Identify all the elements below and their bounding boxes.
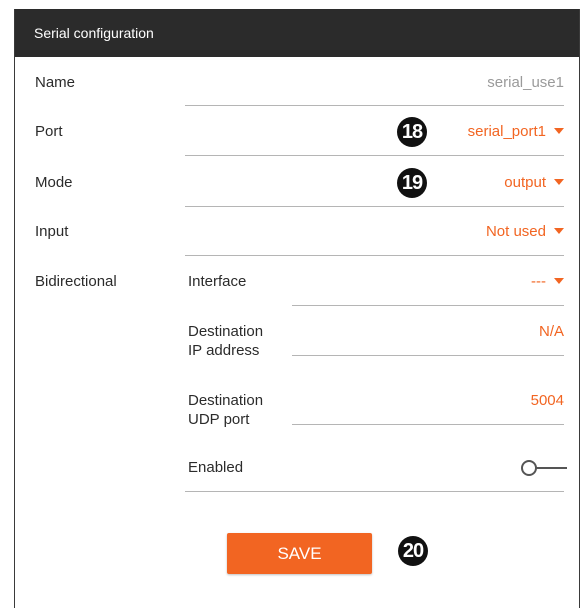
save-button[interactable]: SAVE — [227, 533, 372, 574]
enabled-underline — [185, 491, 564, 492]
mode-underline — [185, 206, 564, 207]
port-underline — [185, 155, 564, 156]
interface-underline — [292, 305, 564, 306]
destination-udp-underline — [292, 424, 564, 425]
callout-badge-20: 20 — [398, 536, 428, 566]
input-label: Input — [35, 223, 69, 240]
chevron-down-icon — [554, 128, 564, 135]
interface-value: --- — [531, 273, 546, 290]
chevron-down-icon — [554, 278, 564, 285]
name-value[interactable]: serial_use1 — [487, 74, 564, 92]
callout-badge-18: 18 — [397, 117, 427, 147]
mode-label: Mode — [35, 174, 73, 191]
port-select[interactable]: serial_port1 — [468, 123, 564, 141]
destination-ip-value[interactable]: N/A — [539, 323, 564, 341]
destination-udp-label-line2: UDP port — [188, 411, 250, 428]
bidirectional-label: Bidirectional — [35, 273, 117, 290]
input-select[interactable]: Not used — [486, 223, 564, 241]
callout-badge-19: 19 — [397, 168, 427, 198]
name-label: Name — [35, 74, 76, 91]
input-value: Not used — [485, 223, 546, 240]
panel-header: Serial configuration — [15, 9, 579, 57]
enabled-toggle[interactable] — [521, 459, 567, 477]
toggle-knob — [521, 460, 537, 476]
chevron-down-icon — [554, 179, 564, 186]
destination-ip-underline — [292, 355, 564, 356]
panel-title: Serial configuration — [34, 25, 154, 41]
interface-label: Interface — [188, 273, 247, 290]
destination-ip-label-line1: Destination — [188, 323, 264, 340]
interface-select[interactable]: --- — [531, 273, 564, 291]
chevron-down-icon — [554, 228, 564, 235]
mode-select[interactable]: output — [504, 174, 564, 192]
destination-ip-label-line2: IP address — [188, 342, 260, 359]
name-underline — [185, 105, 564, 106]
port-label: Port — [35, 123, 63, 140]
port-value: serial_port1 — [467, 123, 546, 140]
enabled-label: Enabled — [188, 459, 244, 476]
serial-configuration-panel: Serial configuration Name serial_use1 Po… — [14, 9, 580, 608]
destination-udp-label-line1: Destination — [188, 392, 264, 409]
input-underline — [185, 255, 564, 256]
destination-udp-value[interactable]: 5004 — [531, 392, 564, 410]
mode-value: output — [504, 174, 546, 191]
